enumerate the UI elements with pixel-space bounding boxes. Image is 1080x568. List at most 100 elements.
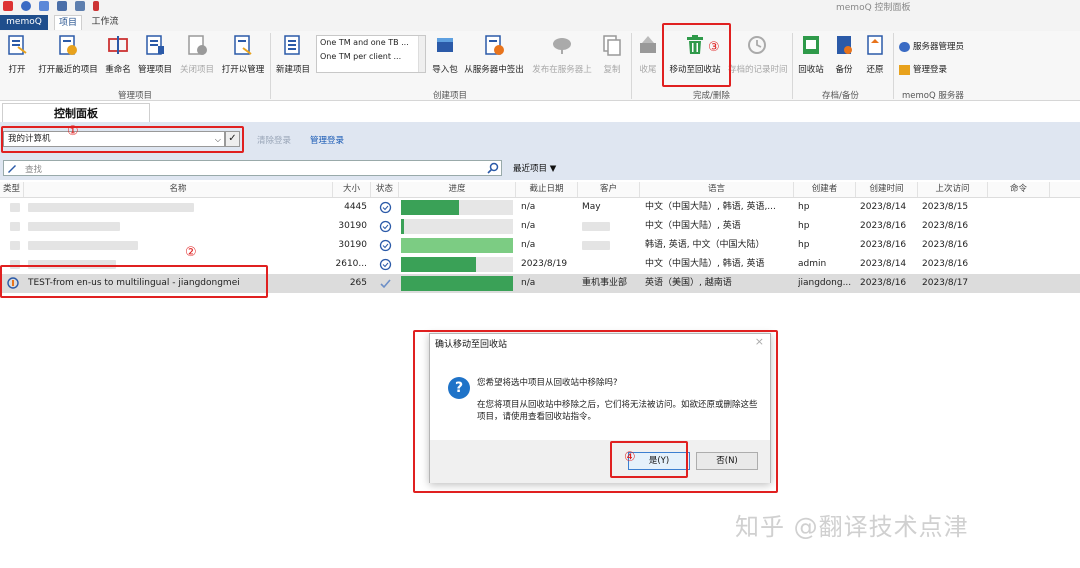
progress-fill [401,219,405,234]
client-redacted [582,241,610,250]
created-cell: 2023/8/14 [860,259,907,269]
project-template-list[interactable]: One TM and one TB ... One TM per client … [316,35,426,73]
archive-finish-button[interactable]: 收尾 [634,33,662,75]
import-package-icon [437,38,453,52]
accessed-cell: 2023/8/17 [922,278,969,288]
column-languages[interactable]: 语言 [640,182,794,197]
column-created[interactable]: 创建时间 [856,182,918,197]
deadline-cell: n/a [521,278,536,288]
close-icon[interactable]: × [755,335,764,348]
yes-button[interactable]: 是(Y) [628,452,690,470]
search-icon[interactable] [487,162,499,174]
people-icon[interactable] [39,1,49,11]
clear-login-link[interactable]: 清除登录 [257,134,291,146]
table-row[interactable]: 2610... 2023/8/19 中文（中国大陆）, 韩语, 英语 admin… [0,255,1080,274]
new-project-button[interactable]: 新建项目 [275,33,311,75]
gear-icon[interactable] [75,1,85,11]
open-for-manage-button[interactable]: 打开以管理 [220,33,266,75]
group-label-create: 创建项目 [433,91,468,101]
progress-fill [401,200,460,215]
project-name-redacted [28,260,116,269]
column-creator[interactable]: 创建者 [794,182,856,197]
manage-project-button[interactable]: 管理项目 [136,33,174,75]
manage-login-link[interactable]: 管理登录 [310,134,344,146]
column-name[interactable]: 名称 [24,182,333,197]
deadline-cell: n/a [521,221,536,231]
chevron-down-icon: ⌵ [214,135,221,144]
close-project-button[interactable]: 关闭项目 [178,33,216,75]
open-button[interactable]: 打开 [4,33,30,75]
group-separator [893,33,894,99]
progress-bar [401,200,513,215]
recycle-bin-button[interactable]: 回收站 [796,33,826,75]
template-scrollbar[interactable] [418,36,425,72]
languages-cell: 中文（中国大陆）, 英语 [645,221,741,231]
progress-bar [401,219,513,234]
ribbon: 打开 打开最近的项目 重命名 管理项目 关闭项目 打开以管理 管理项目 新建项目 [0,31,1080,101]
table-row-selected[interactable]: TEST-from en-us to multilingual - jiangd… [0,274,1080,293]
globe-icon[interactable] [21,1,31,11]
close-project-icon [188,35,207,55]
open-recent-button[interactable]: 打开最近的项目 [36,33,100,75]
table-row[interactable]: 4445 n/a May 中文（中国大陆）, 韩语, 英语,... hp 202… [0,198,1080,217]
created-cell: 2023/8/16 [860,278,907,288]
tab-workflow[interactable]: 工作流 [88,15,122,30]
copy-button[interactable]: 复制 [598,33,626,75]
languages-cell: 中文（中国大陆）, 韩语, 英语 [645,259,765,269]
column-deadline[interactable]: 截止日期 [516,182,578,197]
search-input[interactable]: 查找 [3,160,502,176]
memoq-logo-icon[interactable] [3,1,13,11]
client-cell: May [582,202,601,212]
memoq-window: memoQ 控制面板 memoQ 项目 工作流 打开 打开最近的项目 重命名 管… [0,0,1080,568]
project-table-header: 类型 名称 大小 状态 进度 截止日期 客户 语言 创建者 创建时间 上次访问 … [0,182,1080,198]
group-label-finish: 完成/删除 [693,91,730,101]
created-cell: 2023/8/14 [860,202,907,212]
column-last-accessed[interactable]: 上次访问 [918,182,988,197]
recent-projects-dropdown[interactable]: 最近项目 ▼ [513,162,556,174]
copy-icon [603,35,621,56]
online-status-icon [379,239,392,252]
column-size[interactable]: 大小 [333,182,371,197]
tab-dashboard[interactable]: 控制面板 [2,103,150,123]
database-icon[interactable] [57,1,67,11]
table-row[interactable]: 30190 n/a 中文（中国大陆）, 英语 hp 2023/8/16 2023… [0,217,1080,236]
restore-button[interactable]: 还原 [862,33,888,75]
backup-button[interactable]: 备份 [832,33,856,75]
archived-time-button[interactable]: 存档的记录时间 [728,33,788,75]
server-admin-button[interactable]: 服务器管理员 [899,40,964,54]
column-commands[interactable]: 命令 [988,182,1050,197]
online-project-icon [7,277,19,289]
deadline-cell: n/a [521,240,536,250]
tab-project[interactable]: 项目 [54,15,82,30]
rename-button[interactable]: 重命名 [103,33,133,75]
computer-select[interactable]: 我的计算机 ⌵ [3,131,225,147]
languages-cell: 英语（美国）, 越南语 [645,278,732,288]
creator-cell: hp [798,240,810,250]
column-progress[interactable]: 进度 [399,182,516,197]
title-bar: memoQ 控制面板 [0,0,1080,14]
template-item[interactable]: One TM per client ... [317,50,425,64]
checkout-from-server-button[interactable]: 从服务器中签出 [463,33,525,75]
window-title: memoQ 控制面板 [836,3,911,13]
column-client[interactable]: 客户 [578,182,640,197]
progress-fill [401,238,513,253]
confirm-move-dialog: 确认移动至回收站 × ? 您希望将选中项目从回收站中移除吗? 在您将项目从回收站… [429,333,771,483]
pencil-icon [8,165,16,173]
template-item[interactable]: One TM and one TB ... [317,36,425,50]
admin-login-button[interactable]: 管理登录 [899,63,947,77]
type-icon [10,241,20,250]
online-status-icon [379,258,392,271]
group-label-archive: 存档/备份 [822,91,859,101]
languages-cell: 韩语, 英语, 中文（中国大陆） [645,240,765,250]
publish-on-server-button[interactable]: 发布在服务器上 [531,33,593,75]
column-type[interactable]: 类型 [0,182,24,197]
import-package-button[interactable]: 导入包 [430,33,460,75]
project-name-redacted [28,203,194,212]
no-button[interactable]: 否(N) [696,452,758,470]
pin-icon[interactable] [93,1,99,11]
confirm-server-button[interactable]: ✓ [225,131,240,147]
column-status[interactable]: 状态 [371,182,399,197]
cloud-upload-icon [553,38,571,54]
tab-memoq[interactable]: memoQ [0,15,48,30]
table-row[interactable]: 30190 n/a 韩语, 英语, 中文（中国大陆） hp 2023/8/16 … [0,236,1080,255]
